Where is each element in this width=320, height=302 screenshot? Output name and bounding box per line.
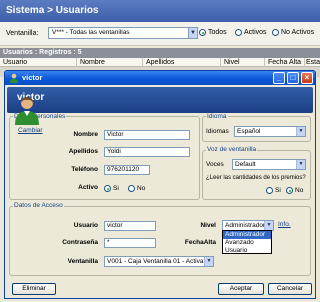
fechaalta-label: FechaAlta bbox=[184, 239, 216, 246]
close-button[interactable]: × bbox=[301, 72, 313, 84]
radio-icon bbox=[235, 29, 242, 36]
chevron-down-icon[interactable]: ▼ bbox=[264, 221, 273, 230]
radio-selected-icon bbox=[286, 187, 293, 194]
filter-radio-activos[interactable]: Activos bbox=[235, 29, 267, 36]
nivel-option-avanzado[interactable]: Avanzado bbox=[223, 239, 271, 247]
column-header-fecha-alta[interactable]: Fecha Alta bbox=[268, 59, 301, 67]
records-count: Usuarios : Registros : 5 bbox=[0, 48, 320, 58]
column-header-apellidos[interactable]: Apellidos bbox=[146, 59, 174, 67]
minimize-button[interactable]: _ bbox=[273, 72, 285, 84]
radio-selected-icon bbox=[199, 29, 206, 36]
filter-radio-todos[interactable]: Todos bbox=[199, 29, 227, 36]
column-divider bbox=[220, 58, 221, 67]
radio-label: Si bbox=[275, 187, 281, 194]
maximize-button[interactable]: □ bbox=[287, 72, 299, 84]
info-link[interactable]: Info. bbox=[278, 221, 291, 228]
nivel-label: Nivel bbox=[200, 222, 216, 229]
dialog-header: victor bbox=[7, 87, 313, 113]
filter-radio-label: No Activos bbox=[281, 29, 315, 36]
nivel-option-usuario[interactable]: Usuario bbox=[223, 247, 271, 255]
ventanilla-select[interactable]: V001 - Caja Ventanilla 01 - Activa bbox=[104, 256, 214, 267]
datos-acceso-title: Datos de Acceso bbox=[13, 202, 64, 210]
usuario-label: Usuario bbox=[73, 222, 98, 229]
column-header-usuario[interactable]: Usuario bbox=[3, 59, 27, 67]
column-divider bbox=[142, 58, 143, 67]
telefono-field[interactable]: 976201120 bbox=[104, 165, 150, 175]
contrasena-field[interactable]: * bbox=[104, 238, 156, 248]
usuario-field[interactable]: victor bbox=[104, 221, 156, 231]
apellidos-label: Apellidos bbox=[68, 148, 98, 155]
idiomas-label: Idiomas bbox=[206, 128, 229, 135]
chevron-down-icon[interactable]: ▼ bbox=[296, 127, 305, 136]
dialog-titlebar[interactable]: victor _ □ × bbox=[5, 71, 315, 85]
leer-no-radio[interactable]: No bbox=[286, 187, 303, 194]
cambiar-photo-link[interactable]: Cambiar bbox=[18, 127, 43, 134]
chevron-down-icon[interactable]: ▼ bbox=[188, 28, 197, 38]
ventanilla-filter-label: Ventanilla: bbox=[6, 30, 39, 37]
idioma-title: Idioma bbox=[206, 113, 228, 121]
filter-radio-label: Todos bbox=[208, 29, 227, 36]
activo-label: Activo bbox=[78, 184, 98, 191]
nivel-option-administrador[interactable]: Administrador bbox=[223, 231, 271, 239]
voz-ventanilla-title: Voz de ventanilla bbox=[206, 146, 258, 154]
nombre-field[interactable]: Victor bbox=[104, 130, 190, 140]
radio-label: Si bbox=[113, 185, 119, 192]
cancelar-button[interactable]: Cancelar bbox=[268, 283, 312, 295]
ventanilla-label: Ventanilla bbox=[67, 258, 98, 265]
filter-radio-no-activos[interactable]: No Activos bbox=[272, 29, 314, 36]
voces-select[interactable]: Default bbox=[232, 159, 306, 170]
radio-label: No bbox=[295, 187, 304, 194]
radio-selected-icon bbox=[104, 185, 111, 192]
leer-cantidades-question: ¿Leer las cantidades de los premios? bbox=[206, 175, 306, 181]
column-header-nivel[interactable]: Nivel bbox=[224, 59, 240, 67]
contrasena-label: Contraseña bbox=[62, 239, 98, 246]
activo-si-radio[interactable]: Si bbox=[104, 185, 119, 192]
user-avatar bbox=[13, 95, 41, 125]
radio-icon bbox=[128, 185, 135, 192]
column-divider bbox=[264, 58, 265, 67]
chevron-down-icon[interactable]: ▼ bbox=[296, 160, 305, 169]
apellidos-field[interactable]: Yoldi bbox=[104, 147, 190, 157]
radio-label: No bbox=[137, 185, 146, 192]
eliminar-button[interactable]: Eliminar bbox=[12, 283, 56, 295]
aceptar-button[interactable]: Aceptar bbox=[218, 283, 264, 295]
column-divider bbox=[304, 58, 305, 67]
leer-si-radio[interactable]: Si bbox=[266, 187, 281, 194]
column-header-estado[interactable]: Estado bbox=[306, 59, 320, 67]
nombre-label: Nombre bbox=[73, 131, 98, 138]
dialog-title: victor bbox=[22, 73, 43, 82]
ventanilla-filter-select[interactable]: V*** - Todas las ventanillas bbox=[48, 27, 198, 39]
chevron-down-icon[interactable]: ▼ bbox=[204, 257, 213, 266]
filter-radio-label: Activos bbox=[244, 29, 267, 36]
telefono-label: Teléfono bbox=[71, 166, 98, 173]
user-icon bbox=[10, 73, 18, 83]
activo-no-radio[interactable]: No bbox=[128, 185, 145, 192]
nivel-dropdown-list: Administrador Avanzado Usuario bbox=[222, 230, 272, 254]
radio-icon bbox=[272, 29, 279, 36]
app-title: Sistema > Usuarios bbox=[0, 0, 320, 22]
voces-label: Voces bbox=[206, 161, 224, 168]
radio-icon bbox=[266, 187, 273, 194]
column-divider bbox=[76, 58, 77, 67]
user-silhouette-icon bbox=[15, 97, 39, 125]
column-header-nombre[interactable]: Nombre bbox=[80, 59, 105, 67]
